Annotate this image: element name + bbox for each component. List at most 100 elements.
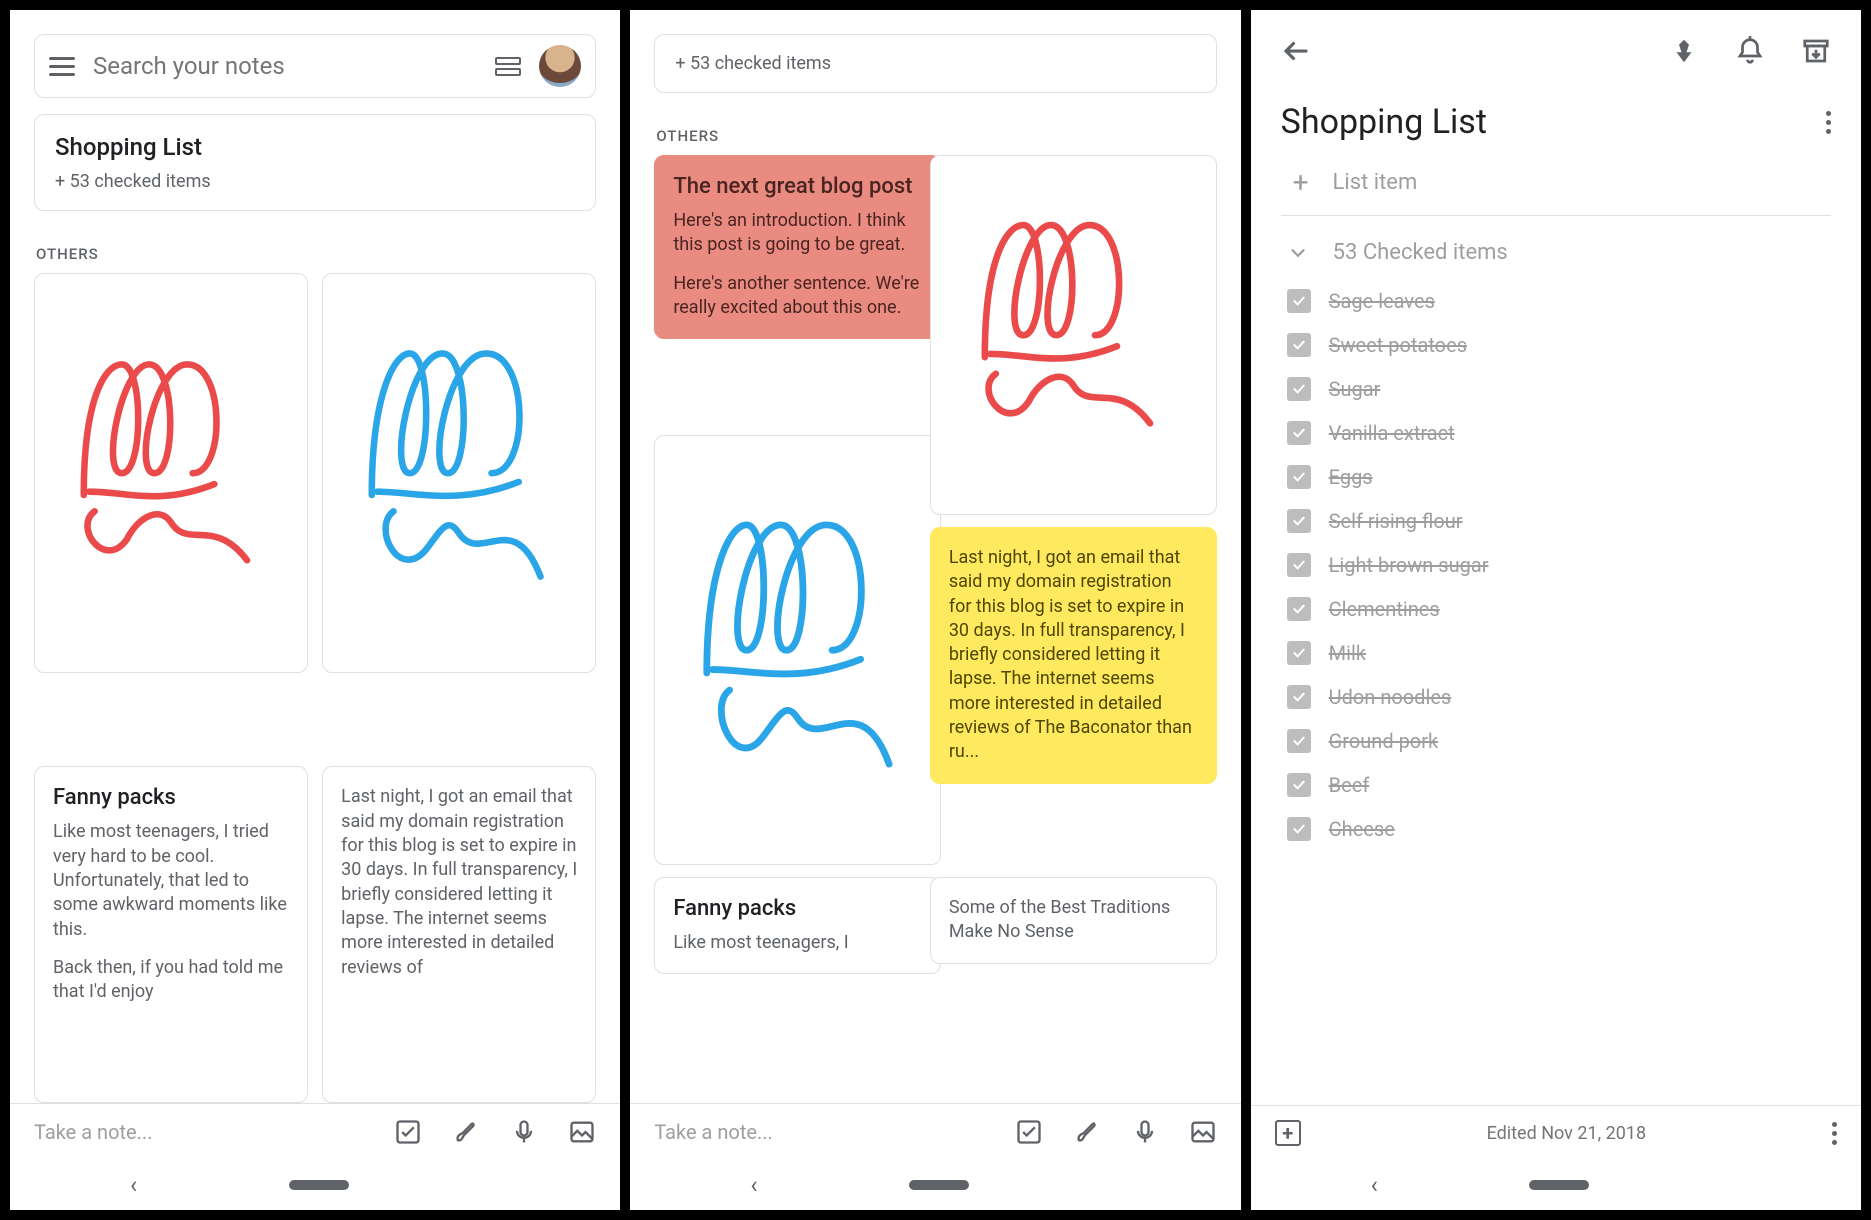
item-label: Sweet potatoes <box>1329 333 1467 357</box>
pin-icon[interactable] <box>1669 36 1699 66</box>
nav-home-icon[interactable] <box>909 1180 969 1190</box>
pinned-title: Shopping List <box>55 133 575 161</box>
checked-items-toggle[interactable]: 53 Checked items <box>1251 216 1861 279</box>
more-icon[interactable] <box>1832 1122 1837 1145</box>
checked-item[interactable]: Sage leaves <box>1287 279 1831 323</box>
checked-item[interactable]: Cheese <box>1287 807 1831 851</box>
note-drawing-blue[interactable] <box>322 273 596 673</box>
edited-timestamp: Edited Nov 21, 2018 <box>1487 1123 1647 1144</box>
mic-icon[interactable] <box>510 1118 538 1146</box>
checkbox-checked-icon[interactable] <box>1287 377 1311 401</box>
back-arrow-icon[interactable] <box>1281 36 1311 66</box>
note-fanny-packs[interactable]: Fanny packs Like most teenagers, I <box>654 877 941 974</box>
avatar[interactable] <box>539 45 581 87</box>
system-navbar: ‹ <box>1251 1160 1861 1210</box>
checked-item[interactable]: Ground pork <box>1287 719 1831 763</box>
item-label: Sage leaves <box>1329 289 1435 313</box>
add-icon[interactable]: + <box>1275 1120 1301 1146</box>
pinned-note-shopping-list[interactable]: + 53 checked items <box>654 34 1216 93</box>
brush-icon[interactable] <box>1073 1118 1101 1146</box>
checklist-icon[interactable] <box>1015 1118 1043 1146</box>
take-note-input[interactable]: Take a note... <box>34 1120 364 1144</box>
checked-item[interactable]: Udon noodles <box>1287 675 1831 719</box>
checkbox-checked-icon[interactable] <box>1287 553 1311 577</box>
checkbox-checked-icon[interactable] <box>1287 773 1311 797</box>
note-blog-post[interactable]: The next great blog post Here's an intro… <box>654 155 941 339</box>
note-drawing-red[interactable] <box>930 155 1217 515</box>
search-bar[interactable]: Search your notes <box>34 34 596 98</box>
checkbox-checked-icon[interactable] <box>1287 685 1311 709</box>
item-label: Ground pork <box>1329 729 1438 753</box>
archive-icon[interactable] <box>1801 36 1831 66</box>
note-body: Last night, I got an email that said my … <box>949 546 1198 765</box>
search-input[interactable]: Search your notes <box>93 52 477 80</box>
take-note-input[interactable]: Take a note... <box>654 1120 984 1144</box>
mic-icon[interactable] <box>1131 1118 1159 1146</box>
image-icon[interactable] <box>568 1118 596 1146</box>
item-label: Beef <box>1329 773 1370 797</box>
menu-icon[interactable] <box>49 53 75 79</box>
view-toggle-icon[interactable] <box>495 57 521 76</box>
pinned-subtitle: + 53 checked items <box>55 171 575 192</box>
note-drawing-red[interactable] <box>34 273 308 673</box>
note-drawing-blue[interactable] <box>654 435 941 865</box>
nav-back-icon[interactable]: ‹ <box>130 1171 137 1199</box>
item-label: Vanilla extract <box>1329 421 1455 445</box>
item-label: Cheese <box>1329 817 1395 841</box>
note-domain-email[interactable]: Last night, I got an email that said my … <box>322 766 596 1103</box>
item-label: Milk <box>1329 641 1366 665</box>
checkbox-checked-icon[interactable] <box>1287 597 1311 621</box>
add-item-placeholder: List item <box>1333 170 1418 195</box>
item-label: Udon noodles <box>1329 685 1452 709</box>
checkbox-checked-icon[interactable] <box>1287 333 1311 357</box>
checked-item[interactable]: Milk <box>1287 631 1831 675</box>
note-title: Fanny packs <box>673 896 922 921</box>
checkbox-checked-icon[interactable] <box>1287 729 1311 753</box>
system-navbar: ‹ <box>10 1160 620 1210</box>
add-list-item[interactable]: + List item <box>1251 162 1861 215</box>
checkbox-checked-icon[interactable] <box>1287 509 1311 533</box>
reminder-icon[interactable] <box>1735 36 1765 66</box>
item-label: Clementines <box>1329 597 1440 621</box>
bottom-toolbar: Take a note... <box>630 1103 1240 1160</box>
panel-notes-scrolled: + 53 checked items OTHERS The next great… <box>630 10 1240 1210</box>
note-body: Some of the Best Traditions Make No Sens… <box>949 896 1198 945</box>
item-label: Light brown sugar <box>1329 553 1489 577</box>
nav-back-icon[interactable]: ‹ <box>1371 1171 1378 1199</box>
section-others: OTHERS <box>656 127 1214 145</box>
checked-count-label: 53 Checked items <box>1333 240 1508 265</box>
checklist-icon[interactable] <box>394 1118 422 1146</box>
system-navbar: ‹ <box>630 1160 1240 1210</box>
brush-icon[interactable] <box>452 1118 480 1146</box>
checkbox-checked-icon[interactable] <box>1287 817 1311 841</box>
squiggle-red-icon <box>959 192 1187 478</box>
note-title: Fanny packs <box>53 785 289 810</box>
image-icon[interactable] <box>1189 1118 1217 1146</box>
checked-item[interactable]: Clementines <box>1287 587 1831 631</box>
panel-notes-list: Search your notes Shopping List + 53 che… <box>10 10 620 1210</box>
nav-home-icon[interactable] <box>289 1180 349 1190</box>
checkbox-checked-icon[interactable] <box>1287 465 1311 489</box>
chevron-down-icon <box>1287 242 1309 264</box>
nav-back-icon[interactable]: ‹ <box>750 1171 757 1199</box>
checked-item[interactable]: Beef <box>1287 763 1831 807</box>
checked-item[interactable]: Sweet potatoes <box>1287 323 1831 367</box>
checkbox-checked-icon[interactable] <box>1287 289 1311 313</box>
note-domain-email[interactable]: Last night, I got an email that said my … <box>930 527 1217 784</box>
checkbox-checked-icon[interactable] <box>1287 641 1311 665</box>
section-others: OTHERS <box>36 245 594 263</box>
checkbox-checked-icon[interactable] <box>1287 421 1311 445</box>
pinned-subtitle: + 53 checked items <box>675 53 1195 74</box>
nav-home-icon[interactable] <box>1529 1180 1589 1190</box>
pinned-note-shopping-list[interactable]: Shopping List + 53 checked items <box>34 114 596 211</box>
squiggle-blue-icon <box>350 314 568 632</box>
more-icon[interactable] <box>1826 111 1831 134</box>
checked-item[interactable]: Eggs <box>1287 455 1831 499</box>
note-fanny-packs[interactable]: Fanny packs Like most teenagers, I tried… <box>34 766 308 1103</box>
note-traditions[interactable]: Some of the Best Traditions Make No Sens… <box>930 877 1217 964</box>
checked-item[interactable]: Vanilla extract <box>1287 411 1831 455</box>
checked-item[interactable]: Sugar <box>1287 367 1831 411</box>
checked-item[interactable]: Light brown sugar <box>1287 543 1831 587</box>
note-title[interactable]: Shopping List <box>1281 102 1487 142</box>
checked-item[interactable]: Self rising flour <box>1287 499 1831 543</box>
